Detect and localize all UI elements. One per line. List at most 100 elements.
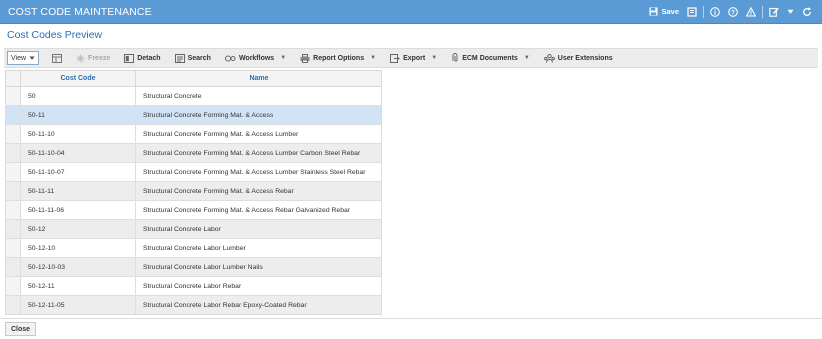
table-row[interactable]: 50-12-10-03 Structural Concrete Labor Lu… [5,257,381,277]
printer-icon [300,53,310,63]
title-actions: Save ? [645,0,816,24]
report-options-label: Report Options [313,54,365,62]
name-cell: Structural Concrete Labor Lumber [135,238,381,258]
cost-code-cell: 50-11 [20,105,136,125]
workflows-menu[interactable]: Workflows ▼ [218,54,293,63]
detach-button[interactable]: Detach [117,53,167,63]
table-row[interactable]: 50-11-10-04 Structural Concrete Forming … [5,143,381,163]
freeze-label: Freeze [88,54,111,62]
chevron-down-icon: ▼ [523,55,530,61]
cost-code-cell: 50-11-11-06 [20,200,136,220]
cost-code-cell: 50-11-11 [20,181,136,201]
table-row[interactable]: 50-12-10 Structural Concrete Labor Lumbe… [5,238,381,258]
cost-code-cell: 50-12 [20,219,136,239]
row-selector[interactable] [5,200,21,220]
info-button[interactable] [706,0,724,24]
save-label: Save [661,7,679,16]
name-cell: Structural Concrete Labor Rebar Epoxy-Co… [135,295,381,315]
search-button[interactable]: Search [168,53,218,63]
workflows-label: Workflows [238,54,275,62]
table-row[interactable]: 50-11-11-06 Structural Concrete Forming … [5,200,381,220]
freeze-button[interactable]: Freeze [69,53,117,63]
columns-icon [52,53,63,63]
row-selector[interactable] [5,86,21,106]
row-selector[interactable] [5,257,21,277]
refresh-button[interactable] [798,0,816,24]
export-menu[interactable]: Export ▼ [383,53,444,63]
export-label: Export [403,54,426,62]
chevron-down-icon: ▼ [431,55,438,61]
column-header-cost-code[interactable]: Cost Code [20,70,136,87]
grid-toolbar: View Freeze Detach Search Workflows ▼ Re… [4,48,818,68]
notes-icon [687,6,697,17]
report-options-menu[interactable]: Report Options ▼ [293,53,383,63]
row-selector[interactable] [5,295,21,315]
help-button[interactable]: ? [724,0,742,24]
chevron-down-icon [29,55,35,61]
column-header-name[interactable]: Name [135,70,381,87]
cost-code-cell: 50-12-11-05 [20,295,136,315]
name-cell: Structural Concrete Forming Mat. & Acces… [135,200,381,220]
columns-button[interactable] [45,53,69,63]
view-dropdown[interactable]: View [7,51,40,65]
row-selector[interactable] [5,276,21,296]
notes-button[interactable] [683,0,701,24]
cost-code-cell: 50-12-10 [20,238,136,258]
table-row[interactable]: 50-11-11 Structural Concrete Forming Mat… [5,181,381,201]
row-selector[interactable] [5,181,21,201]
row-selector[interactable] [5,219,21,239]
export-icon [390,53,400,63]
table-row[interactable]: 50-12-11-05 Structural Concrete Labor Re… [5,295,381,315]
name-cell: Structural Concrete Forming Mat. & Acces… [135,105,381,125]
table-row[interactable]: 50 Structural Concrete [5,86,381,106]
cost-code-cell: 50-11-10-07 [20,162,136,182]
user-extensions-button[interactable]: User Extensions [537,53,620,63]
detach-label: Detach [137,54,161,62]
cost-code-cell: 50-12-10-03 [20,257,136,277]
name-cell: Structural Concrete Forming Mat. & Acces… [135,143,381,163]
row-selector[interactable] [5,238,21,258]
paperclip-icon [451,53,459,63]
cost-code-cell: 50 [20,86,136,106]
cost-code-cell: 50-11-10 [20,124,136,144]
svg-text:?: ? [731,9,735,16]
edit-icon [769,7,779,17]
name-cell: Structural Concrete Labor [135,219,381,239]
dropdown-button[interactable] [783,0,798,24]
search-icon [174,53,185,63]
row-selector[interactable] [5,105,21,125]
footer-bar: Close [0,318,822,339]
warning-button[interactable] [742,0,760,24]
workflow-icon [224,54,236,63]
divider [762,5,763,18]
title-bar: COST CODE MAINTENANCE Save ? [0,0,822,24]
name-cell: Structural Concrete [135,86,381,106]
cost-code-cell: 50-11-10-04 [20,143,136,163]
save-button[interactable]: Save [645,0,683,24]
row-selector[interactable] [5,143,21,163]
name-cell: Structural Concrete Forming Mat. & Acces… [135,124,381,144]
search-label: Search [187,54,211,62]
table-row[interactable]: 50-11 Structural Concrete Forming Mat. &… [5,105,381,125]
info-icon [710,6,720,17]
table-row[interactable]: 50-12 Structural Concrete Labor [5,219,381,239]
table-row[interactable]: 50-11-10-07 Structural Concrete Forming … [5,162,381,182]
table-row[interactable]: 50-11-10 Structural Concrete Forming Mat… [5,124,381,144]
row-selector-header[interactable] [5,70,21,87]
warning-icon [746,6,756,17]
cost-codes-table: Cost Code Name 50 Structural Concrete 50… [5,70,381,315]
ecm-documents-menu[interactable]: ECM Documents ▼ [444,53,537,63]
name-cell: Structural Concrete Labor Lumber Nails [135,257,381,277]
row-selector[interactable] [5,124,21,144]
table-row[interactable]: 50-12-11 Structural Concrete Labor Rebar [5,276,381,296]
edit-button[interactable] [765,0,783,24]
chevron-down-icon: ▼ [370,55,377,61]
view-label: View [11,54,27,62]
divider [703,5,704,18]
dropdown-icon [787,8,794,15]
cost-codes-grid: Cost Code Name 50 Structural Concrete 50… [5,70,382,316]
freeze-icon [76,53,85,63]
row-selector[interactable] [5,162,21,182]
close-button[interactable]: Close [5,322,37,336]
name-cell: Structural Concrete Labor Rebar [135,276,381,296]
